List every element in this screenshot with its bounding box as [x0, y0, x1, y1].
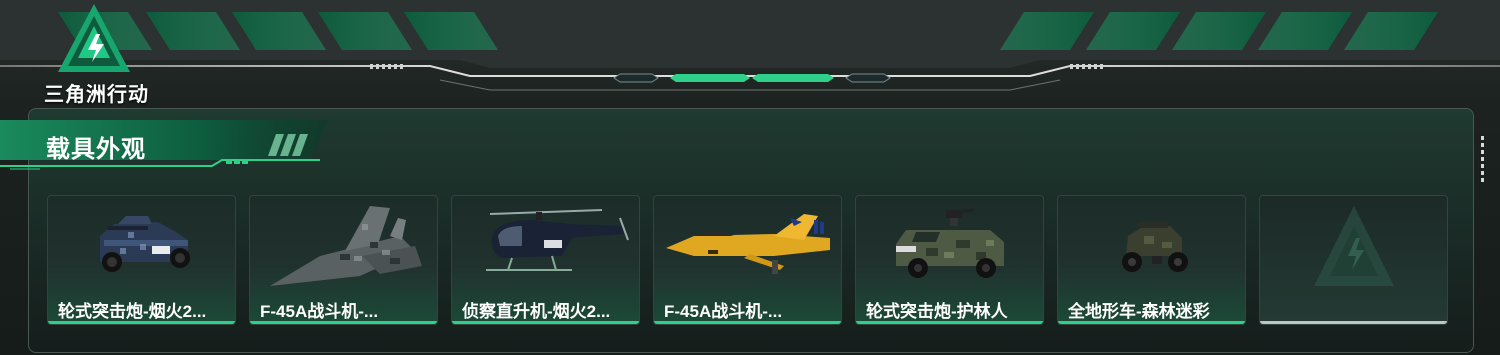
- vehicle-card-label: 全地形车-森林迷彩: [1068, 302, 1210, 321]
- vehicle-card-label: F-45A战斗机-...: [260, 302, 379, 321]
- game-logo: 三角洲行动: [44, 2, 184, 106]
- scroll-indicator[interactable]: [1480, 136, 1486, 182]
- atv-icon: [1122, 222, 1188, 272]
- empty-vehicle-slot[interactable]: [1259, 195, 1448, 325]
- card-accent-underline: [1058, 321, 1245, 324]
- card-empty-underline: [1260, 321, 1447, 324]
- vehicle-card-label: 轮式突击炮-烟火2...: [58, 302, 207, 321]
- card-accent-underline: [48, 321, 235, 324]
- card-accent-underline: [856, 321, 1043, 324]
- helicopter-icon: [486, 209, 629, 271]
- card-accent-underline: [452, 321, 639, 324]
- armored-car-icon: [100, 216, 190, 272]
- logo-text: 三角洲行动: [44, 84, 149, 106]
- armored-car-camo-icon: [896, 208, 1004, 278]
- yellow-fighter-jet-icon: [666, 214, 830, 274]
- card-accent-underline: [654, 321, 841, 324]
- fighter-jet-icon: [270, 206, 422, 286]
- vehicle-card[interactable]: F-45A战斗机-...: [249, 195, 438, 325]
- vehicle-card-label: 侦察直升机-烟火2...: [462, 302, 611, 321]
- vehicle-card-label: F-45A战斗机-...: [664, 302, 783, 321]
- vehicle-card-label: 轮式突击炮-护林人: [866, 302, 1008, 321]
- vehicle-card[interactable]: F-45A战斗机-...: [653, 195, 842, 325]
- section-title: 载具外观: [46, 136, 146, 163]
- triangle-bolt-logo-icon: [58, 4, 130, 72]
- vehicle-card[interactable]: 侦察直升机-烟火2...: [451, 195, 640, 325]
- vehicle-card[interactable]: 全地形车-森林迷彩: [1057, 195, 1246, 325]
- vehicle-card[interactable]: 轮式突击炮-护林人: [855, 195, 1044, 325]
- top-decorative-bar: [0, 0, 1500, 91]
- vehicle-card[interactable]: 轮式突击炮-烟火2...: [47, 195, 236, 325]
- card-accent-underline: [250, 321, 437, 324]
- empty-slot-logo-icon: [1314, 206, 1394, 286]
